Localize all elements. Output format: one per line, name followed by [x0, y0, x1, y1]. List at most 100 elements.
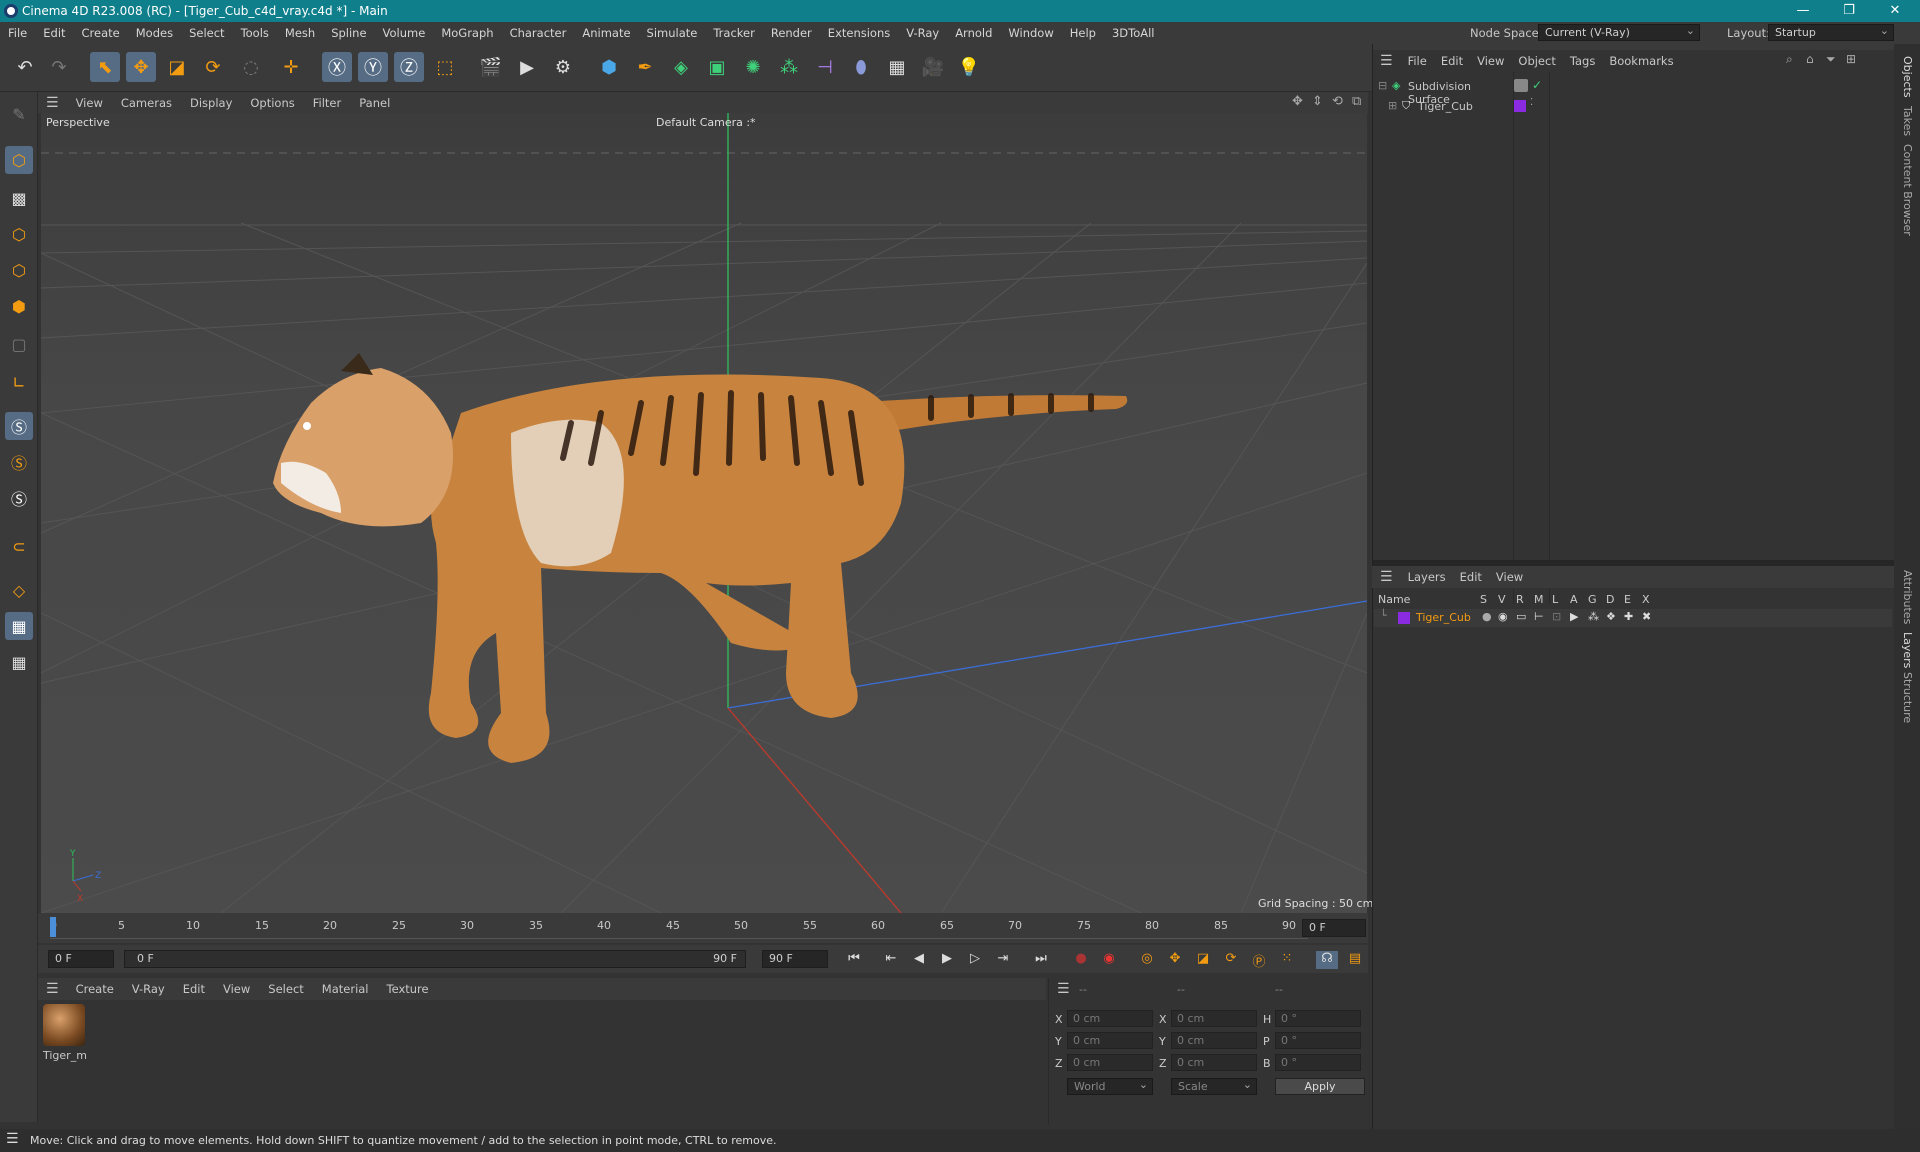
close-icon[interactable]: ✕ — [1872, 1, 1918, 21]
recent-tool-icon[interactable]: ◌ — [236, 52, 266, 82]
material-menu-vray[interactable]: V-Ray — [123, 982, 174, 996]
record-icon[interactable]: ● — [1070, 951, 1092, 969]
position-y-field[interactable]: 0 cm — [1067, 1032, 1153, 1049]
timeline-icon[interactable]: ▤ — [1344, 951, 1366, 969]
timeline-ruler[interactable]: 0 5 10 15 20 25 30 35 40 45 50 55 60 65 … — [38, 913, 1368, 943]
tree-collapse-icon[interactable]: ⊟ — [1378, 79, 1387, 92]
solo-icon[interactable]: ● — [1482, 610, 1492, 623]
render-view-icon[interactable]: 🎬 — [476, 52, 506, 82]
menu-select[interactable]: Select — [181, 26, 232, 40]
edge-mode-icon[interactable]: ⬡ — [5, 256, 33, 284]
position-x-field[interactable]: 0 cm — [1067, 1010, 1153, 1027]
menu-create[interactable]: Create — [74, 26, 128, 40]
material-name[interactable]: Tiger_m — [43, 1049, 87, 1062]
size-mode-dropdown[interactable]: Scale — [1171, 1078, 1257, 1095]
object-row-subdivision[interactable]: ⊟ ◈ Subdivision Surface — [1376, 78, 1506, 106]
cube-object-icon[interactable]: ⬢ — [594, 52, 624, 82]
deformer-icon[interactable]: ⊣ — [810, 52, 840, 82]
layer-color-swatch[interactable] — [1398, 612, 1410, 624]
viewport-rotate-icon[interactable]: ⟲ — [1332, 94, 1343, 109]
objects-menu-bookmarks[interactable]: Bookmarks — [1602, 54, 1680, 68]
mograph-cloner-icon[interactable]: ✺ — [738, 52, 768, 82]
size-x-field[interactable]: 0 cm — [1171, 1010, 1257, 1027]
viewport-menu-view[interactable]: View — [67, 96, 112, 110]
expressions-icon[interactable]: ✚ — [1624, 610, 1633, 623]
menu-vray[interactable]: V-Ray — [898, 26, 947, 40]
generators-icon[interactable]: ⁂ — [1588, 610, 1599, 623]
end-frame-field[interactable]: 90 F — [762, 950, 828, 968]
coordinate-system-icon[interactable]: ⬚ — [430, 52, 460, 82]
subdivision-surface-icon[interactable]: ◈ — [666, 52, 696, 82]
snap-settings-icon[interactable]: Ⓢ — [5, 448, 33, 476]
visibility-dots-icon[interactable]: ⁚ — [1530, 97, 1533, 108]
coordinate-mode-dropdown[interactable]: World — [1067, 1078, 1153, 1095]
frame-range-slider[interactable]: 0 F 90 F — [124, 950, 746, 968]
minimize-icon[interactable]: — — [1780, 1, 1826, 21]
point-mode-icon[interactable]: ⬡ — [5, 220, 33, 248]
menu-edit[interactable]: Edit — [35, 26, 73, 40]
model-mode-icon[interactable]: ⬡ — [5, 146, 33, 174]
apply-button[interactable]: Apply — [1275, 1078, 1365, 1095]
material-thumbnail[interactable] — [43, 1004, 85, 1046]
layers-menu-layers[interactable]: Layers — [1401, 570, 1453, 584]
go-to-end-icon[interactable]: ⏭ — [1030, 951, 1052, 969]
menu-render[interactable]: Render — [763, 26, 820, 40]
redo-icon[interactable]: ↷ — [44, 52, 74, 82]
go-to-start-icon[interactable]: ⏮ — [843, 951, 865, 969]
playhead[interactable] — [50, 917, 56, 937]
menu-window[interactable]: Window — [1000, 26, 1061, 40]
search-icon[interactable]: ⌕ — [1786, 52, 1793, 67]
rotation-b-field[interactable]: 0 ° — [1275, 1054, 1361, 1071]
menu-extensions[interactable]: Extensions — [820, 26, 898, 40]
tab-takes[interactable]: Takes — [1901, 106, 1914, 136]
material-menu-create[interactable]: Create — [67, 982, 123, 996]
lock-y-axis-icon[interactable]: Ⓨ — [358, 52, 388, 82]
key-position-icon[interactable]: ✥ — [1164, 951, 1186, 969]
menu-mesh[interactable]: Mesh — [277, 26, 323, 40]
viewport-menu-filter[interactable]: Filter — [304, 96, 350, 110]
axis-move-icon[interactable]: ✛ — [276, 52, 306, 82]
menu-3dtoall[interactable]: 3DToAll — [1104, 26, 1163, 40]
menu-mograph[interactable]: MoGraph — [433, 26, 501, 40]
mograph-fracture-icon[interactable]: ⁂ — [774, 52, 804, 82]
objects-menu-object[interactable]: Object — [1511, 54, 1562, 68]
extrude-icon[interactable]: ▣ — [702, 52, 732, 82]
viewport-menu-display[interactable]: Display — [181, 96, 241, 110]
menu-simulate[interactable]: Simulate — [639, 26, 706, 40]
layer-name[interactable]: Tiger_Cub — [1416, 611, 1471, 624]
layer-row-tiger-cub[interactable]: └ Tiger_Cub ● ◉ ▭ ⊢ ⊡ ▶ ⁂ ❖ ✚ ✖ — [1374, 609, 1892, 627]
motion-system-icon[interactable]: ☊ — [1316, 951, 1338, 969]
viewport-menu-panel[interactable]: Panel — [350, 96, 399, 110]
snap-icon[interactable]: Ⓢ — [5, 412, 33, 440]
next-key-icon[interactable]: ⇥ — [992, 951, 1014, 969]
tab-content-browser[interactable]: Content Browser — [1901, 144, 1914, 236]
viewport-maximize-icon[interactable]: ⧉ — [1352, 94, 1361, 109]
objects-menu-file[interactable]: File — [1401, 54, 1434, 68]
size-y-field[interactable]: 0 cm — [1171, 1032, 1257, 1049]
menu-spline[interactable]: Spline — [323, 26, 374, 40]
menu-help[interactable]: Help — [1062, 26, 1104, 40]
render-settings-icon[interactable]: ⚙ — [548, 52, 578, 82]
grid-icon[interactable]: ▦ — [5, 612, 33, 640]
viewport-menu-cameras[interactable]: Cameras — [112, 96, 181, 110]
polygon-mode-icon[interactable]: ⬢ — [5, 292, 33, 320]
manager-icon[interactable]: ⊢ — [1534, 610, 1544, 623]
viewport-zoom-icon[interactable]: ⇕ — [1312, 94, 1323, 109]
visible-eye-icon[interactable]: ◉ — [1498, 610, 1508, 623]
tab-layers[interactable]: Layers — [1901, 632, 1914, 668]
layers-menu-view[interactable]: View — [1489, 570, 1530, 584]
objects-menu-tags[interactable]: Tags — [1563, 54, 1602, 68]
menu-tools[interactable]: Tools — [233, 26, 277, 40]
3d-viewport[interactable]: Y Z X — [41, 113, 1367, 913]
menu-modes[interactable]: Modes — [128, 26, 181, 40]
material-menu-material[interactable]: Material — [313, 982, 378, 996]
material-menu-view[interactable]: View — [214, 982, 259, 996]
editor-visibility-icon[interactable] — [1514, 79, 1528, 92]
layout-dropdown[interactable]: Startup — [1768, 24, 1894, 41]
lock-icon[interactable]: ⊡ — [1552, 610, 1561, 623]
viewport-hamburger-icon[interactable]: ☰ — [38, 95, 67, 111]
material-menu-edit[interactable]: Edit — [174, 982, 214, 996]
material-menu-select[interactable]: Select — [259, 982, 312, 996]
menu-file[interactable]: File — [0, 26, 35, 40]
quantize-icon[interactable]: Ⓢ — [5, 484, 33, 512]
